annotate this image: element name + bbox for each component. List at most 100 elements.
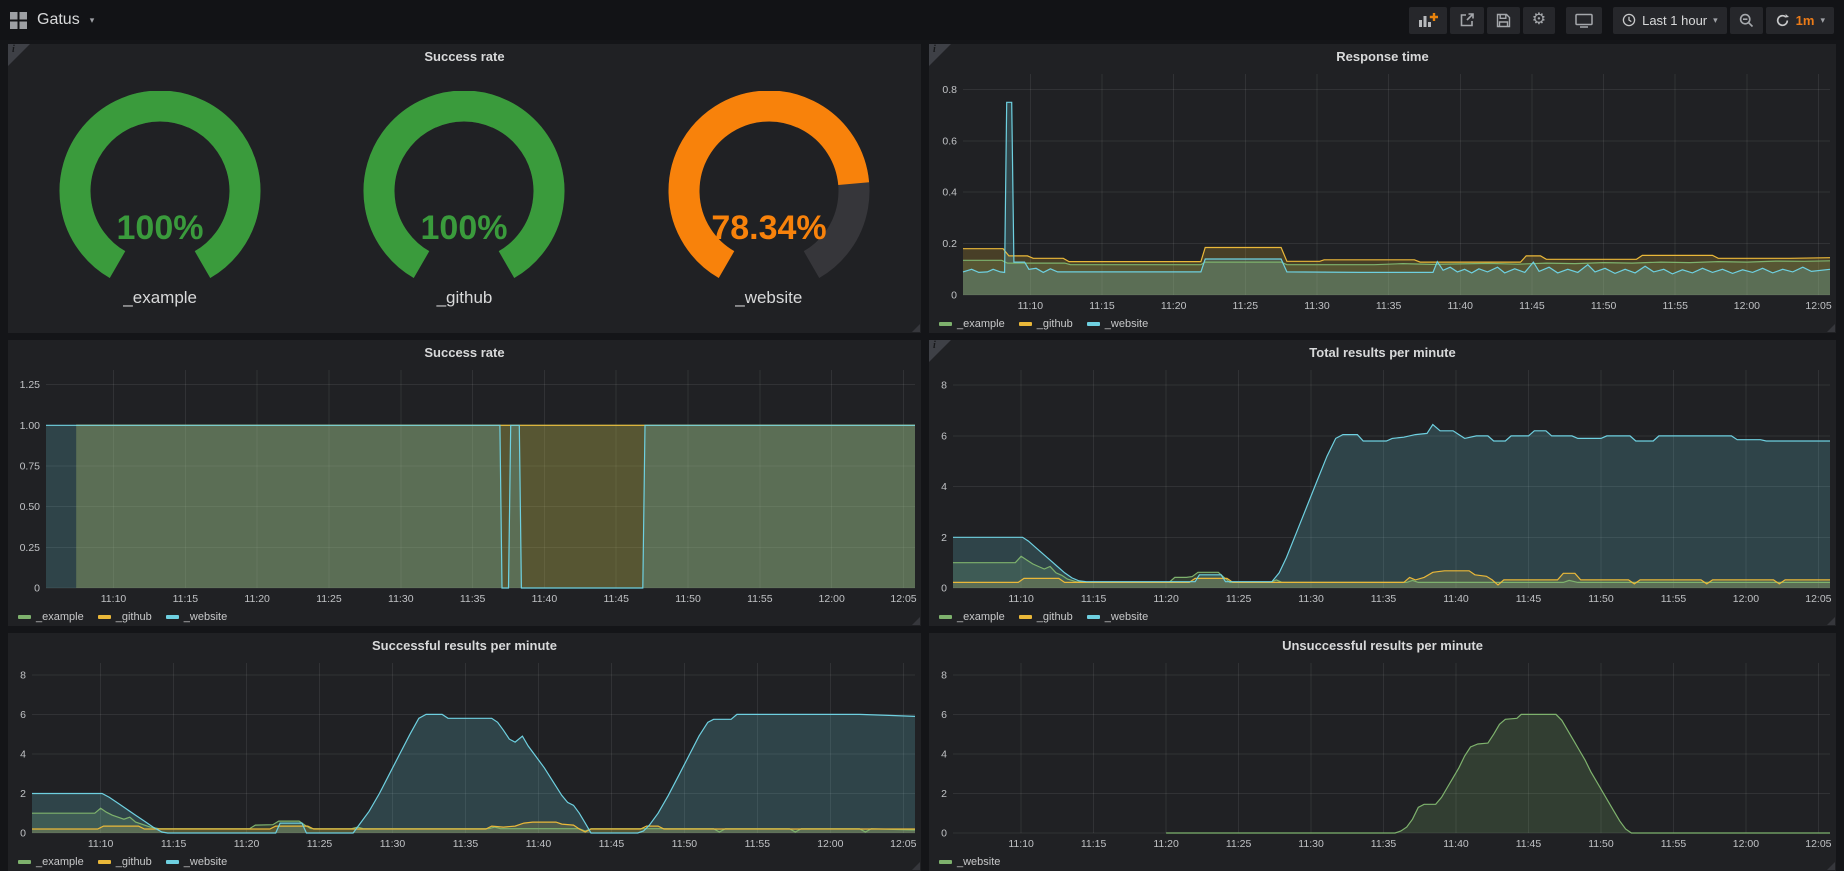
- panel-info-corner[interactable]: i: [8, 44, 30, 66]
- chart-successful-results[interactable]: 0246811:1011:1511:2011:2511:3011:3511:40…: [12, 657, 917, 850]
- legend-item[interactable]: _github: [98, 611, 152, 623]
- legend-item[interactable]: _example: [939, 611, 1005, 623]
- panel-title[interactable]: Successful results per minute: [8, 633, 921, 657]
- svg-text:0: 0: [20, 828, 26, 840]
- legend-color-dash: [1019, 322, 1032, 326]
- legend-item[interactable]: _github: [1019, 318, 1073, 330]
- svg-text:1.00: 1.00: [20, 420, 41, 432]
- resize-handle[interactable]: [912, 324, 920, 332]
- chevron-down-icon: ▾: [1820, 16, 1825, 25]
- svg-text:11:30: 11:30: [1298, 593, 1324, 605]
- svg-text:11:30: 11:30: [380, 838, 406, 850]
- cycle-view-button[interactable]: [1566, 7, 1602, 34]
- add-panel-button[interactable]: [1409, 7, 1447, 34]
- chevron-down-icon: ▾: [1713, 16, 1718, 25]
- legend-label: _github: [116, 611, 152, 623]
- svg-text:0: 0: [34, 583, 40, 595]
- panel-success-rate: Success rate 00.250.500.751.001.2511:101…: [8, 340, 921, 626]
- svg-text:11:35: 11:35: [1371, 593, 1397, 605]
- legend-item[interactable]: _website: [1087, 611, 1148, 623]
- svg-text:0.2: 0.2: [942, 238, 957, 250]
- svg-text:6: 6: [20, 709, 26, 721]
- legend: _example _github _website: [18, 856, 227, 868]
- add-panel-icon: [1418, 12, 1438, 28]
- panel-info-corner[interactable]: i: [929, 44, 951, 66]
- legend-color-dash: [18, 860, 31, 864]
- panel-total-results: i Total results per minute 0246811:1011:…: [929, 340, 1836, 626]
- panel-info-corner[interactable]: i: [929, 340, 951, 362]
- save-button[interactable]: [1487, 7, 1520, 34]
- legend-color-dash: [98, 860, 111, 864]
- legend-color-dash: [1087, 615, 1100, 619]
- svg-text:0.6: 0.6: [942, 135, 957, 147]
- settings-button[interactable]: ⚙: [1523, 7, 1555, 34]
- share-icon: [1459, 12, 1475, 28]
- svg-text:11:30: 11:30: [1304, 300, 1330, 312]
- svg-text:11:50: 11:50: [1591, 300, 1617, 312]
- legend-item[interactable]: _website: [939, 856, 1000, 868]
- chart-unsuccessful-results[interactable]: 0246811:1011:1511:2011:2511:3011:3511:40…: [933, 657, 1832, 850]
- chart-response-time[interactable]: 00.20.40.60.811:1011:1511:2011:2511:3011…: [933, 68, 1832, 312]
- svg-text:11:15: 11:15: [161, 838, 187, 850]
- gauge-arc: 78.34%: [659, 91, 879, 283]
- resize-handle[interactable]: [1827, 862, 1835, 870]
- svg-text:6: 6: [941, 430, 947, 442]
- svg-text:11:55: 11:55: [1661, 838, 1687, 850]
- svg-text:11:35: 11:35: [1376, 300, 1402, 312]
- legend-item[interactable]: _github: [1019, 611, 1073, 623]
- svg-text:11:45: 11:45: [1516, 593, 1542, 605]
- gauge-value: 100%: [421, 209, 508, 247]
- legend-label: _example: [36, 611, 84, 623]
- legend: _example _github _website: [939, 611, 1148, 623]
- panel-title[interactable]: Response time: [929, 44, 1836, 68]
- legend-item[interactable]: _website: [166, 856, 227, 868]
- resize-handle[interactable]: [912, 862, 920, 870]
- legend-item[interactable]: _example: [18, 856, 84, 868]
- legend-color-dash: [98, 615, 111, 619]
- legend-label: _website: [1105, 318, 1148, 330]
- svg-text:12:05: 12:05: [890, 838, 916, 850]
- panel-title[interactable]: Total results per minute: [929, 340, 1836, 364]
- chevron-down-icon[interactable]: ▾: [90, 16, 95, 25]
- chart-svg: 0246811:1011:1511:2011:2511:3011:3511:40…: [12, 657, 917, 850]
- apps-grid-icon[interactable]: [10, 12, 27, 29]
- panel-title[interactable]: Success rate: [8, 340, 921, 364]
- zoom-out-button[interactable]: [1730, 7, 1763, 34]
- svg-text:11:20: 11:20: [1153, 593, 1179, 605]
- resize-handle[interactable]: [1827, 617, 1835, 625]
- panel-success-rate-gauges: i Success rate 100%_example 100% _github 78…: [8, 44, 921, 333]
- legend-item[interactable]: _example: [18, 611, 84, 623]
- svg-text:11:30: 11:30: [388, 593, 414, 605]
- refresh-picker[interactable]: 1m ▾: [1766, 7, 1834, 34]
- legend-item[interactable]: _website: [1087, 318, 1148, 330]
- gauge: 100%_example: [50, 91, 270, 308]
- time-range-picker[interactable]: Last 1 hour ▾: [1613, 7, 1727, 34]
- svg-text:11:40: 11:40: [526, 838, 552, 850]
- legend-item[interactable]: _github: [98, 856, 152, 868]
- svg-text:12:05: 12:05: [1805, 300, 1831, 312]
- info-icon: i: [12, 44, 15, 55]
- save-icon: [1496, 13, 1511, 28]
- share-button[interactable]: [1450, 7, 1484, 34]
- svg-text:11:40: 11:40: [1443, 593, 1469, 605]
- svg-text:8: 8: [20, 669, 26, 681]
- legend-item[interactable]: _website: [166, 611, 227, 623]
- resize-handle[interactable]: [912, 617, 920, 625]
- chart-success-rate[interactable]: 00.250.500.751.001.2511:1011:1511:2011:2…: [12, 364, 917, 605]
- svg-text:11:50: 11:50: [1588, 838, 1614, 850]
- svg-text:4: 4: [941, 481, 947, 493]
- legend-color-dash: [18, 615, 31, 619]
- gauge-label: _github: [354, 288, 574, 308]
- panel-title[interactable]: Success rate: [8, 44, 921, 68]
- dashboard-title[interactable]: Gatus: [37, 11, 80, 29]
- svg-text:12:05: 12:05: [1805, 838, 1831, 850]
- legend-label: _example: [957, 611, 1005, 623]
- legend: _example _github _website: [18, 611, 227, 623]
- svg-text:11:10: 11:10: [1008, 838, 1034, 850]
- resize-handle[interactable]: [1827, 324, 1835, 332]
- panel-title[interactable]: Unsuccessful results per minute: [929, 633, 1836, 657]
- legend-item[interactable]: _example: [939, 318, 1005, 330]
- svg-text:2: 2: [941, 788, 947, 800]
- chart-total-results[interactable]: 0246811:1011:1511:2011:2511:3011:3511:40…: [933, 364, 1832, 605]
- svg-text:11:25: 11:25: [1226, 593, 1252, 605]
